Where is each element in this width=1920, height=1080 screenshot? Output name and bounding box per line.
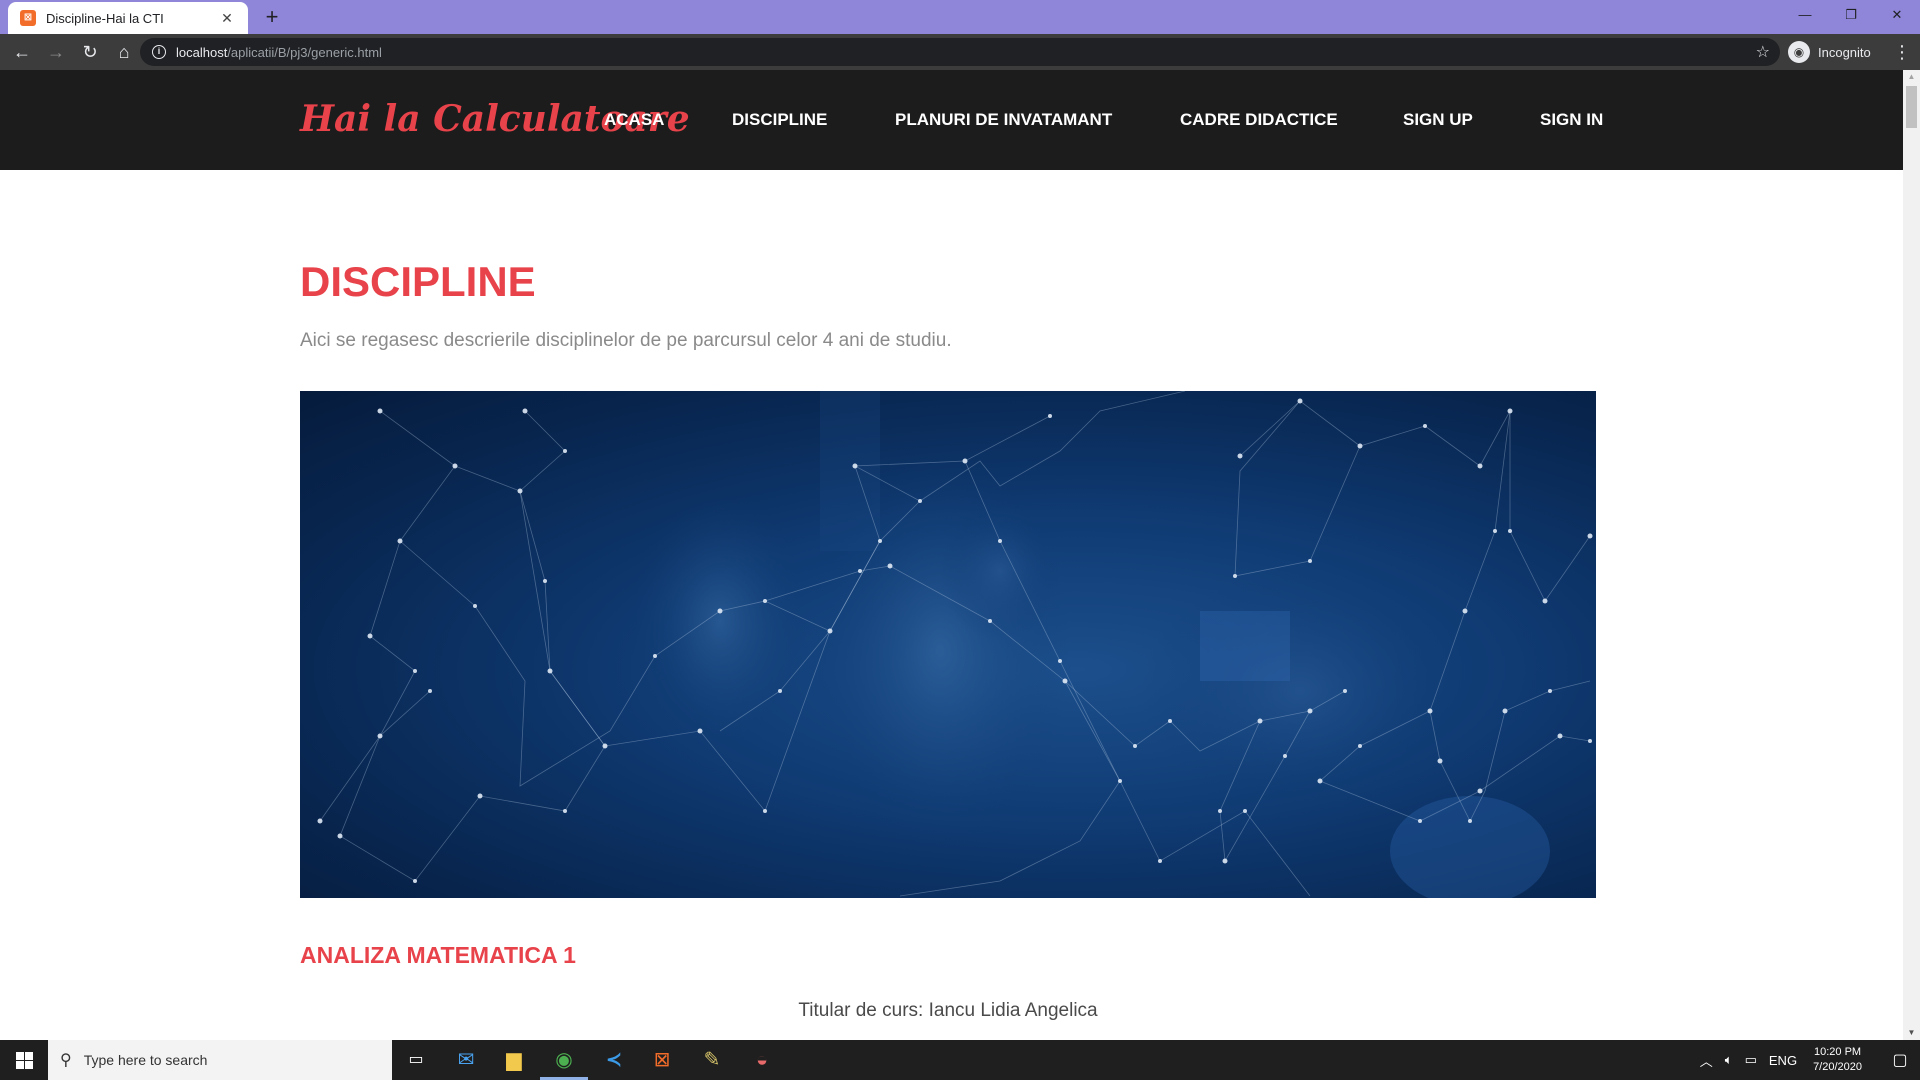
- window-controls: — ❐ ✕: [1782, 0, 1920, 30]
- address-bar[interactable]: i localhost/aplicatii/B/pj3/generic.html…: [140, 38, 1780, 66]
- xampp-icon[interactable]: ⊠: [638, 1040, 686, 1080]
- language-indicator[interactable]: ENG: [1769, 1053, 1797, 1068]
- tab-title: Discipline-Hai la CTI: [46, 10, 164, 26]
- network-icon[interactable]: ▭: [1745, 1052, 1757, 1068]
- browser-menu-icon[interactable]: ⋮: [1890, 38, 1914, 66]
- scroll-up-arrow-icon[interactable]: ▲: [1903, 70, 1920, 84]
- search-placeholder: Type here to search: [83, 1052, 208, 1068]
- file-explorer-icon[interactable]: ▆: [490, 1040, 538, 1080]
- restore-button[interactable]: ❐: [1828, 0, 1874, 30]
- scroll-thumb[interactable]: [1906, 86, 1917, 128]
- xampp-favicon-icon: ⊠: [20, 10, 36, 26]
- home-button[interactable]: ⌂: [108, 36, 140, 68]
- page-viewport: Hai la Calculatoare ACASA DISCIPLINE PLA…: [0, 70, 1903, 1040]
- new-tab-button[interactable]: +: [258, 4, 286, 32]
- mail-icon[interactable]: ✉: [442, 1040, 490, 1080]
- incognito-icon: ◉: [1788, 41, 1810, 63]
- hero-image: [300, 391, 1596, 898]
- close-window-button[interactable]: ✕: [1874, 0, 1920, 30]
- page-scrollbar[interactable]: ▲ ▼: [1903, 70, 1920, 1040]
- url-path: /aplicatii/B/pj3/generic.html: [227, 44, 382, 60]
- browser-toolbar: ← → ↻ ⌂ i localhost/aplicatii/B/pj3/gene…: [0, 34, 1920, 70]
- scroll-down-arrow-icon[interactable]: ▼: [1903, 1026, 1920, 1040]
- minimize-button[interactable]: —: [1782, 0, 1828, 30]
- site-header: Hai la Calculatoare ACASA DISCIPLINE PLA…: [0, 70, 1903, 170]
- page-subtitle: Aici se regasesc descrierile disciplinel…: [300, 330, 952, 351]
- incognito-label: Incognito: [1818, 44, 1871, 60]
- search-icon: ⚲: [60, 1052, 72, 1069]
- paint-icon[interactable]: ✎: [688, 1040, 736, 1080]
- vscode-icon[interactable]: ≺: [590, 1040, 638, 1080]
- bookmark-star-icon[interactable]: ☆: [1756, 42, 1770, 62]
- notification-icon[interactable]: ▢: [1880, 1050, 1920, 1070]
- page-title: DISCIPLINE: [300, 258, 536, 305]
- taskbar-search-input[interactable]: ⚲ Type here to search: [48, 1040, 392, 1080]
- forward-button[interactable]: →: [40, 36, 72, 68]
- network-mesh-graphic: [317, 391, 1593, 898]
- paint3d-icon[interactable]: ◒: [738, 1040, 786, 1080]
- clock-date: 7/20/2020: [1813, 1061, 1862, 1073]
- nav-item-planuri[interactable]: PLANURI DE INVATAMANT: [895, 110, 1112, 130]
- clock-time: 10:20 PM: [1813, 1046, 1862, 1058]
- browser-titlebar: ⊠ Discipline-Hai la CTI ✕ + — ❐ ✕: [0, 0, 1920, 34]
- back-button[interactable]: ←: [6, 36, 38, 68]
- nav-item-sign-up[interactable]: SIGN UP: [1403, 110, 1473, 130]
- system-tray: ︿ 🔈︎ ▭ ENG 10:20 PM 7/20/2020 ▢: [1694, 1040, 1920, 1080]
- nav-item-sign-in[interactable]: SIGN IN: [1540, 110, 1603, 130]
- browser-tab[interactable]: ⊠ Discipline-Hai la CTI ✕: [8, 2, 248, 34]
- url-host: localhost: [176, 44, 228, 60]
- nav-item-cadre-didactice[interactable]: CADRE DIDACTICE: [1180, 110, 1338, 130]
- section-title-analiza-matematica: ANALIZA MATEMATICA 1: [300, 942, 576, 968]
- course-instructor: Titular de curs: Iancu Lidia Angelica: [798, 1000, 1098, 1021]
- volume-icon[interactable]: 🔈︎: [1725, 1052, 1733, 1068]
- tab-close-icon[interactable]: ✕: [218, 10, 236, 27]
- task-view-icon[interactable]: ▭: [392, 1040, 440, 1080]
- chevron-up-icon[interactable]: ︿: [1700, 1051, 1713, 1070]
- nav-item-discipline[interactable]: DISCIPLINE: [732, 110, 827, 130]
- clock[interactable]: 10:20 PM 7/20/2020: [1813, 1045, 1862, 1075]
- windows-start-icon[interactable]: [0, 1040, 48, 1080]
- site-info-icon[interactable]: i: [152, 45, 166, 59]
- nav-item-acasa[interactable]: ACASA: [604, 110, 664, 130]
- windows-taskbar: ⚲ Type here to search ▭ ✉ ▆ ◉ ≺ ⊠ ✎ ◒ ︿ …: [0, 1040, 1920, 1080]
- incognito-profile-button[interactable]: ◉ Incognito: [1788, 39, 1871, 65]
- chrome-icon[interactable]: ◉: [540, 1040, 588, 1080]
- reload-button[interactable]: ↻: [74, 36, 106, 68]
